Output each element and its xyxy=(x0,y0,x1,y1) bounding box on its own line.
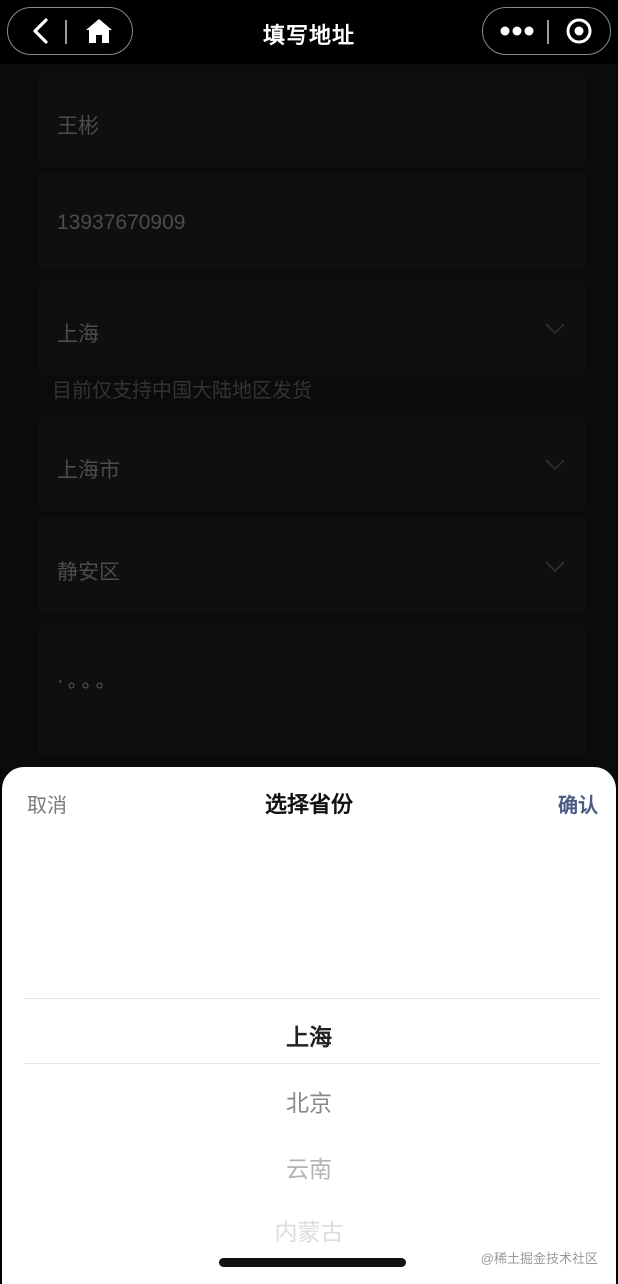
close-miniprogram-button[interactable] xyxy=(555,8,603,53)
city-value: 上海市 xyxy=(57,459,120,482)
nav-bar: 填写地址 xyxy=(0,0,618,64)
confirm-button[interactable]: 确认 xyxy=(558,789,598,818)
picker-highlight-top xyxy=(24,998,600,999)
picker-option[interactable]: 云南 xyxy=(2,1150,616,1184)
province-value: 上海 xyxy=(57,323,99,346)
chevron-down-icon xyxy=(545,561,565,573)
name-value: 王彬 xyxy=(57,115,99,138)
picker-option[interactable]: 北京 xyxy=(2,1084,616,1118)
district-select[interactable]: 静安区 xyxy=(38,518,586,614)
address-detail-value: ·。。。 xyxy=(57,670,120,692)
capsule-divider xyxy=(547,20,549,44)
picker-title: 选择省份 xyxy=(264,792,353,817)
target-close-icon xyxy=(566,18,592,43)
province-select[interactable]: 上海 xyxy=(38,280,586,376)
watermark: @稀土掘金技术社区 xyxy=(480,1251,598,1266)
more-button[interactable] xyxy=(491,8,543,53)
province-hint: 目前仅支持中国大陆地区发货 xyxy=(52,380,312,402)
home-indicator xyxy=(219,1258,406,1267)
chevron-down-icon xyxy=(545,459,565,471)
nav-capsule-right xyxy=(482,7,611,55)
picker-highlight-bottom xyxy=(24,1063,600,1064)
phone-value: 13937670909 xyxy=(57,211,186,234)
name-field[interactable]: 王彬 xyxy=(38,72,586,168)
address-detail-field[interactable] xyxy=(38,624,586,754)
picker-option[interactable]: 内蒙古 xyxy=(2,1213,616,1247)
city-select[interactable]: 上海市 xyxy=(38,416,586,512)
phone-field[interactable]: 13937670909 xyxy=(38,174,586,270)
more-dots-icon xyxy=(500,26,534,35)
picker-option-selected[interactable]: 上海 xyxy=(2,1018,616,1052)
province-picker-sheet: 取消 选择省份 确认 上海 北京 云南 内蒙古 @稀土掘金技术社区 xyxy=(2,767,616,1284)
address-form: 王彬 13937670909 上海 目前仅支持中国大陆地区发货 上海市 静安区 … xyxy=(0,64,618,784)
chevron-down-icon xyxy=(545,323,565,335)
district-value: 静安区 xyxy=(57,561,120,584)
